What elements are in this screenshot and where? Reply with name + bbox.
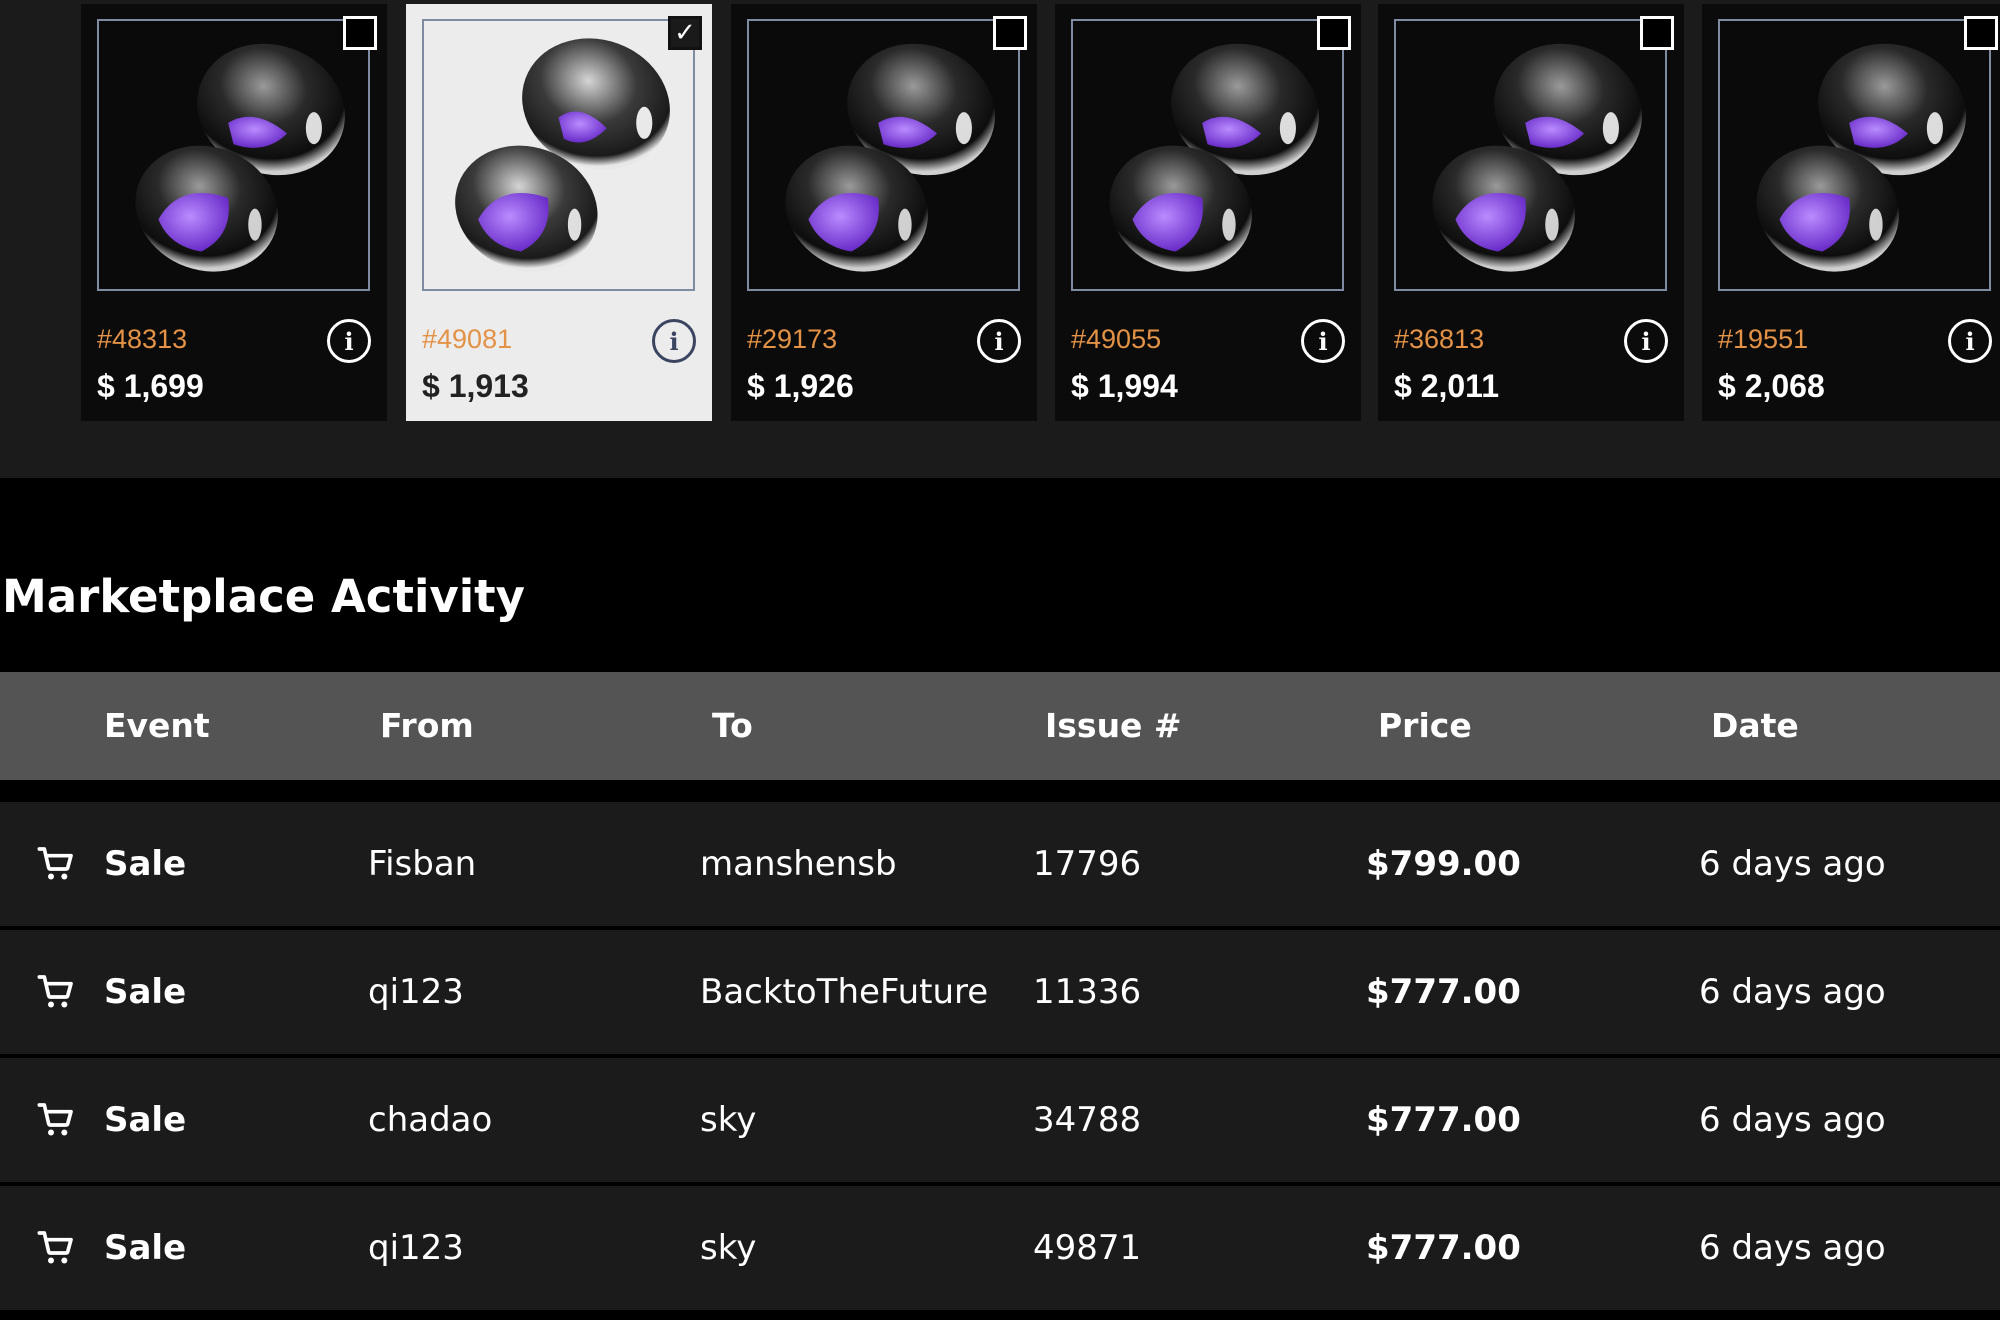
event-cell: Sale [104, 972, 187, 1012]
from-cell[interactable]: Fisban [368, 802, 476, 926]
date-cell: 6 days ago [1699, 1100, 1886, 1140]
price-cell: $777.00 [1366, 1100, 1521, 1140]
listings-strip: #48313 $ 1,699 i ✓ #49081 $ 1,913 i #291… [0, 0, 2000, 478]
price-cell: $799.00 [1366, 844, 1521, 884]
issue-cell: 49871 [1033, 1228, 1142, 1268]
select-checkbox[interactable] [1964, 16, 1998, 50]
date-cell: 6 days ago [1699, 844, 1886, 884]
event-cell: Sale [104, 844, 187, 884]
listing-id: #48313 [97, 324, 188, 354]
listing-price: $ 1,913 [422, 368, 529, 404]
info-icon[interactable]: i [1948, 319, 1992, 363]
hourglass-image [747, 19, 1020, 291]
hourglass-image [97, 19, 370, 291]
listing-price: $ 2,068 [1718, 368, 1825, 404]
listing-id: #49081 [422, 324, 513, 354]
table-row[interactable]: Sale qi123 BacktoTheFuture 11336 $777.00… [0, 930, 2000, 1054]
issue-cell: 34788 [1033, 1100, 1142, 1140]
listing-price: $ 1,926 [747, 368, 854, 404]
price-cell: $777.00 [1366, 972, 1521, 1012]
to-cell[interactable]: BacktoTheFuture [700, 930, 988, 1054]
shopping-cart-icon [36, 1228, 76, 1268]
hourglass-image [422, 19, 695, 291]
select-checkbox[interactable] [993, 16, 1027, 50]
shopping-cart-icon [36, 972, 76, 1012]
table-row[interactable]: Sale Fisban manshensb 17796 $799.00 6 da… [0, 802, 2000, 926]
listing-price: $ 1,699 [97, 368, 204, 404]
info-icon[interactable]: i [327, 319, 371, 363]
hourglass-image [1718, 19, 1991, 291]
listing-card[interactable]: #48313 $ 1,699 i [81, 4, 387, 421]
activity-table-header: Event From To Issue # Price Date [0, 672, 2000, 780]
column-header-date: Date [1711, 706, 1799, 745]
from-cell[interactable]: qi123 [368, 1186, 464, 1310]
listing-price: $ 2,011 [1394, 368, 1499, 404]
hourglass-image [1071, 19, 1344, 291]
select-checkbox[interactable] [1317, 16, 1351, 50]
info-icon[interactable]: i [1301, 319, 1345, 363]
listing-id: #19551 [1718, 324, 1809, 354]
column-header-issue: Issue # [1045, 706, 1182, 745]
hourglass-image [1394, 19, 1667, 291]
listing-card[interactable]: #19551 $ 2,068 i [1702, 4, 2000, 421]
listing-card[interactable]: #49055 $ 1,994 i [1055, 4, 1361, 421]
listing-card-selected[interactable]: ✓ #49081 $ 1,913 i [406, 4, 712, 421]
to-cell[interactable]: sky [700, 1186, 756, 1310]
from-cell[interactable]: chadao [368, 1058, 492, 1182]
event-cell: Sale [104, 1100, 187, 1140]
to-cell[interactable]: sky [700, 1058, 756, 1182]
listing-price: $ 1,994 [1071, 368, 1178, 404]
select-checkbox[interactable] [343, 16, 377, 50]
table-row[interactable]: Sale qi123 sky 49871 $777.00 6 days ago [0, 1186, 2000, 1310]
select-checkbox[interactable]: ✓ [668, 16, 702, 50]
event-cell: Sale [104, 1228, 187, 1268]
listing-id: #36813 [1394, 324, 1485, 354]
date-cell: 6 days ago [1699, 1228, 1886, 1268]
shopping-cart-icon [36, 844, 76, 884]
shopping-cart-icon [36, 1100, 76, 1140]
price-cell: $777.00 [1366, 1228, 1521, 1268]
listing-card[interactable]: #29173 $ 1,926 i [731, 4, 1037, 421]
info-icon[interactable]: i [652, 319, 696, 363]
issue-cell: 17796 [1033, 844, 1142, 884]
column-header-to: To [712, 706, 753, 745]
column-header-from: From [380, 706, 474, 745]
column-header-price: Price [1378, 706, 1472, 745]
table-row[interactable]: Sale chadao sky 34788 $777.00 6 days ago [0, 1058, 2000, 1182]
listing-id: #29173 [747, 324, 838, 354]
listing-card[interactable]: #36813 $ 2,011 i [1378, 4, 1684, 421]
to-cell[interactable]: manshensb [700, 802, 897, 926]
info-icon[interactable]: i [977, 319, 1021, 363]
date-cell: 6 days ago [1699, 972, 1886, 1012]
from-cell[interactable]: qi123 [368, 930, 464, 1054]
column-header-event: Event [104, 706, 210, 745]
select-checkbox[interactable] [1640, 16, 1674, 50]
listing-id: #49055 [1071, 324, 1162, 354]
issue-cell: 11336 [1033, 972, 1142, 1012]
info-icon[interactable]: i [1624, 319, 1668, 363]
section-title: Marketplace Activity [2, 570, 525, 623]
